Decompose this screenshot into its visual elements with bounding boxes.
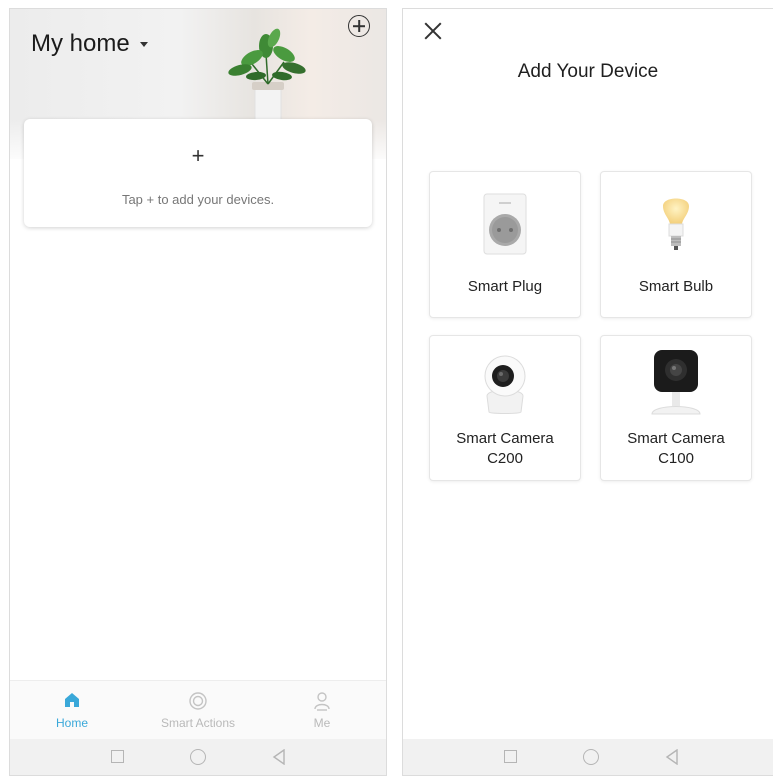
add-circle-icon[interactable] bbox=[348, 15, 370, 37]
page-title: Add Your Device bbox=[517, 61, 659, 82]
home-circle-icon[interactable] bbox=[583, 749, 599, 765]
device-model: C200 bbox=[487, 450, 523, 467]
device-name: Smart Camera bbox=[456, 430, 554, 447]
device-label: Smart Bulb bbox=[601, 277, 751, 297]
potted-plant-image bbox=[228, 28, 306, 125]
device-card-camera-c200[interactable]: Smart Camera C200 bbox=[429, 335, 581, 481]
device-card-smart-plug[interactable]: Smart Plug bbox=[429, 171, 581, 318]
tab-home[interactable]: Home bbox=[12, 681, 132, 739]
device-label: Smart Camera C100 bbox=[601, 429, 751, 469]
add-device-hint: Tap + to add your devices. bbox=[121, 192, 275, 207]
device-label: Smart Plug bbox=[430, 277, 580, 297]
device-name: Smart Plug bbox=[467, 278, 543, 295]
person-icon bbox=[314, 692, 330, 711]
camera-c100-image bbox=[651, 350, 701, 415]
device-card-camera-c100[interactable]: Smart Camera C100 bbox=[600, 335, 752, 481]
tab-label: Home bbox=[55, 716, 88, 730]
system-nav-bar bbox=[10, 739, 386, 775]
home-selector[interactable]: My home bbox=[31, 30, 148, 58]
home-screen: My home + Tap + to add your devices. Hom… bbox=[9, 8, 387, 776]
camera-c200-image bbox=[484, 355, 526, 414]
close-icon[interactable] bbox=[423, 21, 443, 41]
recent-apps-icon[interactable] bbox=[111, 750, 124, 763]
add-device-screen: Add Your Device Smart Plug Smart Bulb Sm… bbox=[402, 8, 773, 776]
home-circle-icon[interactable] bbox=[190, 749, 206, 765]
recent-apps-icon[interactable] bbox=[504, 750, 517, 763]
system-nav-bar bbox=[403, 739, 773, 775]
tab-label: Smart Actions bbox=[160, 716, 236, 730]
tab-smart-actions[interactable]: Smart Actions bbox=[138, 681, 258, 739]
device-name: Smart Bulb bbox=[638, 278, 714, 295]
home-title: My home bbox=[31, 30, 130, 57]
device-model: C100 bbox=[658, 450, 694, 467]
home-icon bbox=[65, 693, 79, 707]
caret-down-icon bbox=[139, 41, 148, 47]
device-name: Smart Camera bbox=[627, 430, 725, 447]
smart-actions-icon bbox=[189, 692, 207, 710]
device-card-smart-bulb[interactable]: Smart Bulb bbox=[600, 171, 752, 318]
add-device-card[interactable]: + Tap + to add your devices. bbox=[24, 119, 372, 227]
plus-icon: + bbox=[191, 143, 205, 168]
device-label: Smart Camera C200 bbox=[430, 429, 580, 469]
tab-label: Me bbox=[313, 716, 331, 730]
bottom-tab-bar: Home Smart Actions Me bbox=[10, 680, 386, 739]
back-triangle-icon[interactable] bbox=[665, 749, 679, 765]
back-triangle-icon[interactable] bbox=[272, 749, 286, 765]
smart-plug-image bbox=[483, 193, 527, 255]
smart-bulb-image bbox=[663, 198, 689, 250]
tab-me[interactable]: Me bbox=[262, 681, 382, 739]
